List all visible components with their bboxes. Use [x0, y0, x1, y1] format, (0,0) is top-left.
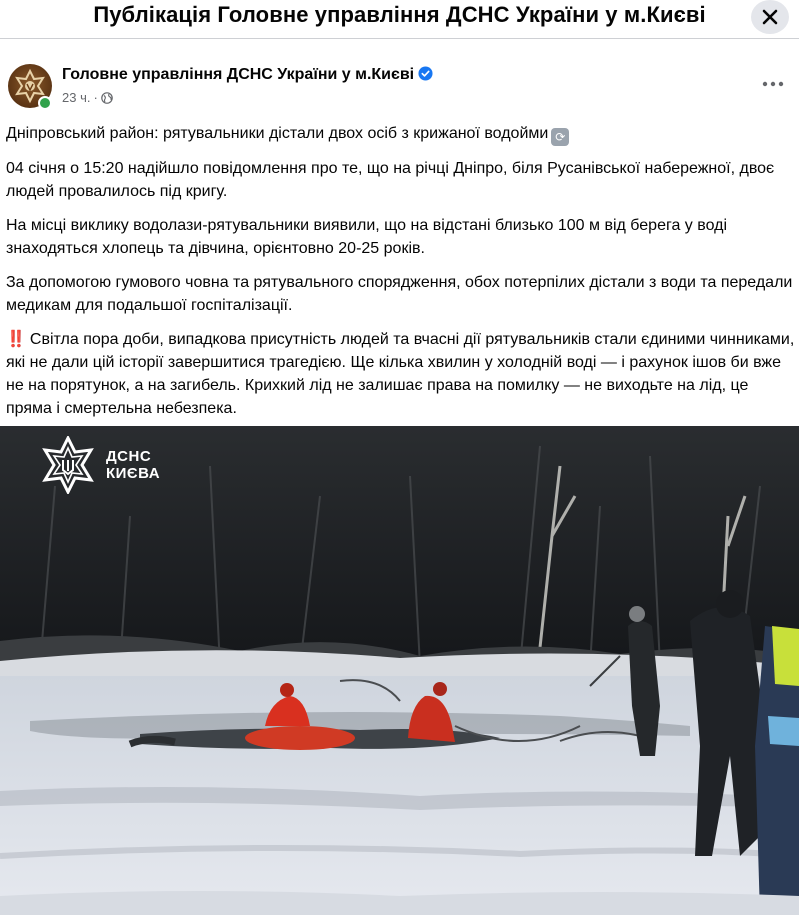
more-options-button[interactable]	[759, 70, 787, 98]
meta-separator: ·	[93, 90, 98, 105]
watermark-text: ДСНС КИЄВА	[106, 448, 161, 482]
post-body: Дніпровський район: рятувальники дістали…	[6, 122, 796, 431]
close-button[interactable]	[751, 0, 789, 34]
warning-emoji-icon: ‼️	[6, 331, 26, 348]
page-name-link[interactable]: Головне управління ДСНС України у м.Києв…	[62, 66, 433, 84]
rescue-scene-image	[0, 426, 799, 915]
post-paragraph-1: Дніпровський район: рятувальники дістали…	[6, 122, 796, 146]
post-header: Головне управління ДСНС України у м.Києв…	[0, 54, 799, 116]
dsns-cross-logo-icon	[42, 436, 94, 494]
online-status-dot	[38, 96, 52, 110]
post-paragraph-2: 04 січня о 15:20 надійшло повідомлення п…	[6, 160, 775, 200]
more-options-icon	[762, 81, 784, 87]
dialog-header: Публікація Головне управління ДСНС Украї…	[0, 0, 799, 39]
close-icon	[762, 9, 778, 25]
post-photo[interactable]: ДСНС КИЄВА	[0, 426, 799, 915]
post-paragraph-3: На місці виклику водолази-рятувальники в…	[6, 217, 728, 257]
globe-icon[interactable]	[101, 91, 113, 104]
verified-badge-icon	[418, 66, 433, 81]
arrows-emoji-icon: ⟳	[551, 128, 570, 146]
dialog-title: Публікація Головне управління ДСНС Украї…	[93, 2, 706, 27]
post-paragraph-4: За допомогою гумового човна та рятувальн…	[6, 274, 793, 314]
post-paragraph-5: ‼️ Світла пора доби, випадкова присутніст…	[6, 331, 795, 417]
dsns-watermark: ДСНС КИЄВА	[38, 436, 160, 494]
page-name-text: Головне управління ДСНС України у м.Києв…	[62, 66, 415, 83]
post-meta: 23 ч. ·	[62, 90, 113, 105]
post-timestamp[interactable]: 23 ч.	[62, 90, 90, 105]
